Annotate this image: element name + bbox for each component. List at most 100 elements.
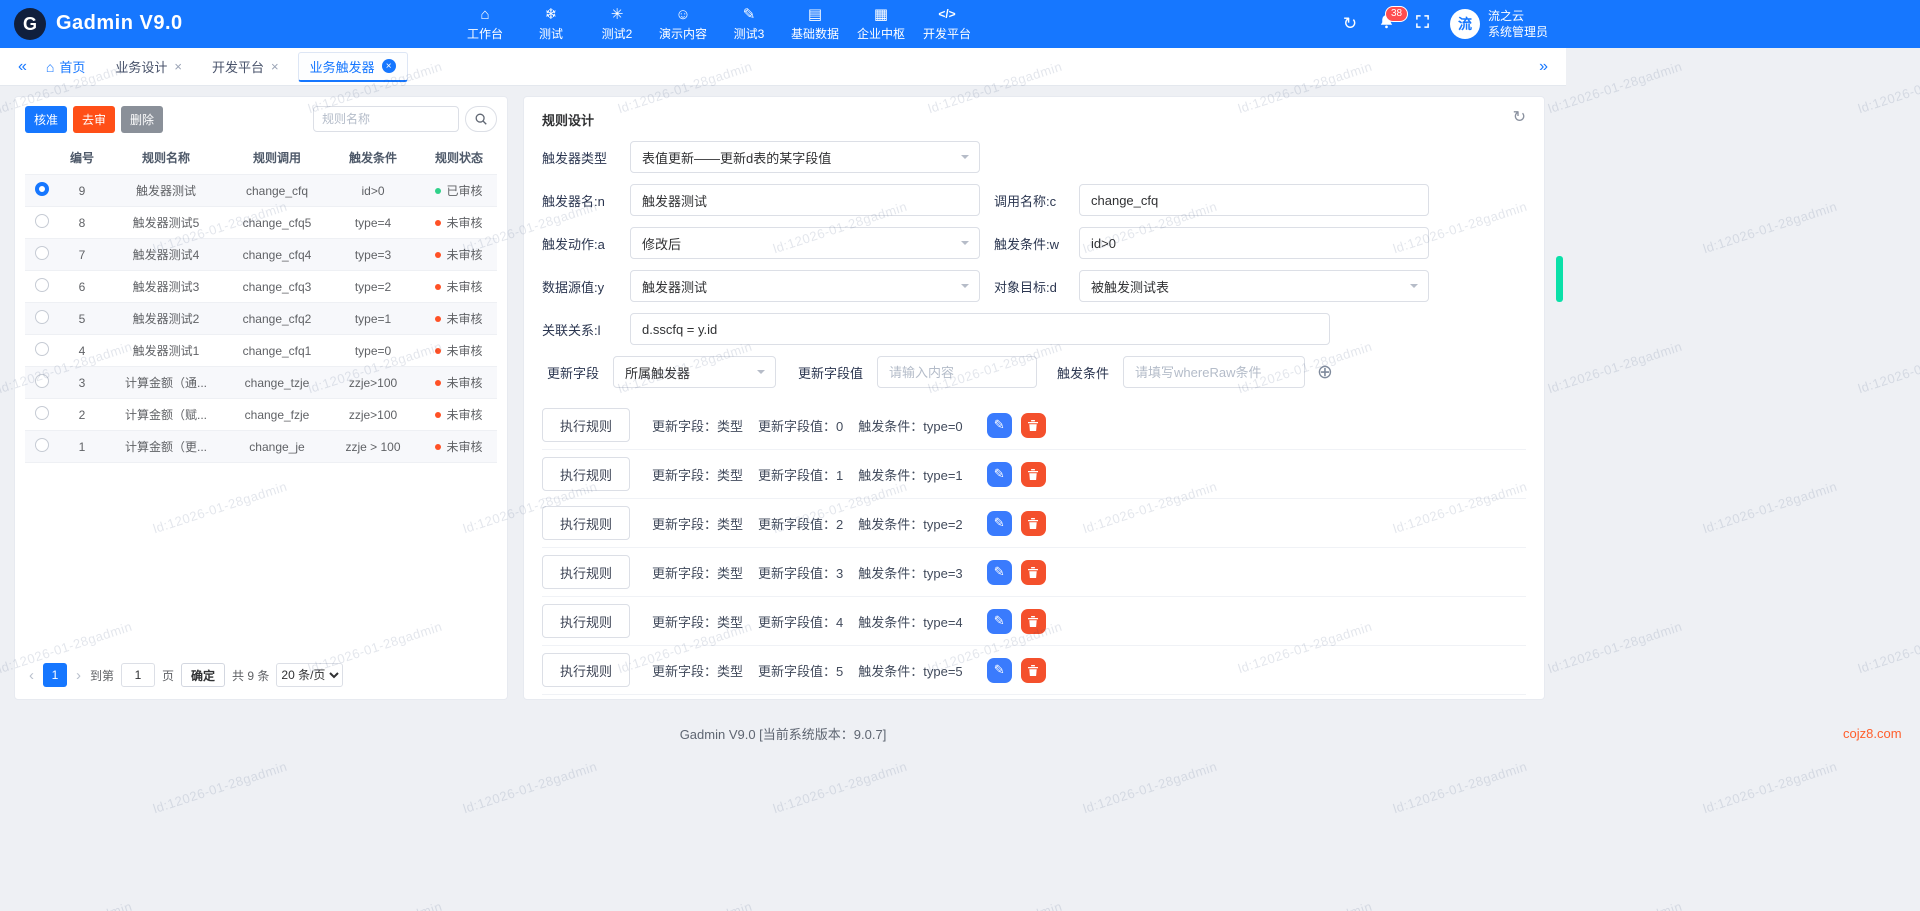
delete-rule-button[interactable] bbox=[1021, 511, 1046, 536]
rule-name-search-input[interactable] bbox=[313, 106, 459, 132]
table-row[interactable]: 1计算金额（更...change_jezzje > 100未审核 bbox=[25, 431, 497, 463]
delete-button[interactable]: 删除 bbox=[121, 106, 163, 133]
page-number-button[interactable]: 1 bbox=[43, 663, 67, 687]
cell-id: 8 bbox=[59, 216, 105, 230]
edit-rule-button[interactable]: ✎ bbox=[987, 413, 1012, 438]
approve-button[interactable]: 核准 bbox=[25, 106, 67, 133]
table-row[interactable]: 3计算金额（通...change_tzjezzje>100未审核 bbox=[25, 367, 497, 399]
table-row[interactable]: 8触发器测试5change_cfq5type=4未审核 bbox=[25, 207, 497, 239]
cell-trigger-cond: zzje > 100 bbox=[327, 440, 419, 454]
cell-status: 未审核 bbox=[419, 342, 499, 359]
nav-item-demo-content[interactable]: ☺演示内容 bbox=[650, 0, 716, 48]
unapprove-button[interactable]: 去审 bbox=[73, 106, 115, 133]
edit-rule-button[interactable]: ✎ bbox=[987, 609, 1012, 634]
nav-item-enterprise-hub[interactable]: ▦企业中枢 bbox=[848, 0, 914, 48]
status-text: 未审核 bbox=[446, 342, 482, 359]
table-row[interactable]: 2计算金额（赋...change_fzjezzje>100未审核 bbox=[25, 399, 497, 431]
target-object-select[interactable]: 被触发测试表 bbox=[1079, 270, 1429, 302]
cell-id: 6 bbox=[59, 280, 105, 294]
nav-item-test[interactable]: ❄测试 bbox=[518, 0, 584, 48]
row-radio[interactable] bbox=[35, 182, 49, 196]
row-radio[interactable] bbox=[35, 342, 49, 356]
tab-business-trigger[interactable]: 业务触发器× bbox=[298, 52, 408, 82]
rule-row: 执行规则更新字段：类型更新字段值：3触发条件：type=3✎ bbox=[542, 548, 1526, 597]
nav-item-workbench[interactable]: ⌂工作台 bbox=[452, 0, 518, 48]
nav-item-test3[interactable]: ✎测试3 bbox=[716, 0, 782, 48]
edit-rule-button[interactable]: ✎ bbox=[987, 511, 1012, 536]
delete-rule-button[interactable] bbox=[1021, 462, 1046, 487]
fullscreen-icon[interactable] bbox=[1404, 14, 1440, 34]
data-source-select[interactable]: 触发器测试 bbox=[630, 270, 980, 302]
cell-rule-call: change_cfq1 bbox=[227, 344, 327, 358]
add-rule-icon[interactable]: ⊕ bbox=[1317, 363, 1333, 382]
rule-text: 更新字段：类型更新字段值：5触发条件：type=5 bbox=[652, 661, 978, 680]
data-source-value: 触发器测试 bbox=[642, 277, 707, 296]
user-info[interactable]: 流之云 系统管理员 bbox=[1488, 8, 1548, 40]
rule-part: 触发条件：type=2 bbox=[858, 514, 962, 533]
goto-label: 到第 bbox=[90, 667, 114, 684]
notification-bell-icon[interactable]: 38 bbox=[1368, 13, 1404, 35]
trigger-condition-input[interactable] bbox=[1079, 227, 1429, 259]
next-page-icon[interactable]: › bbox=[74, 667, 83, 684]
goto-page-input[interactable] bbox=[121, 663, 155, 687]
table-row[interactable]: 4触发器测试1change_cfq1type=0未审核 bbox=[25, 335, 497, 367]
delete-rule-button[interactable] bbox=[1021, 609, 1046, 634]
tab-close-icon[interactable]: × bbox=[271, 59, 279, 74]
table-row[interactable]: 7触发器测试4change_cfq4type=3未审核 bbox=[25, 239, 497, 271]
panel-refresh-icon[interactable]: ↻ bbox=[1513, 107, 1526, 127]
edit-icon: ✎ bbox=[994, 613, 1005, 629]
avatar[interactable]: 流 bbox=[1450, 9, 1480, 39]
row-radio[interactable] bbox=[35, 310, 49, 324]
top-nav: ⌂工作台❄测试✳测试2☺演示内容✎测试3▤基础数据▦企业中枢</>开发平台 bbox=[452, 0, 980, 48]
row-radio[interactable] bbox=[35, 438, 49, 452]
row-radio[interactable] bbox=[35, 246, 49, 260]
rule-part: 更新字段：类型 bbox=[652, 563, 743, 582]
update-field-select[interactable]: 所属触发器 bbox=[613, 356, 776, 388]
site-link[interactable]: cojz8.com bbox=[1843, 726, 1902, 741]
delete-rule-button[interactable] bbox=[1021, 658, 1046, 683]
col-rule-call: 规则调用 bbox=[227, 149, 327, 166]
tab-home[interactable]: ⌂首页 bbox=[35, 53, 96, 80]
table-row[interactable]: 5触发器测试2change_cfq2type=1未审核 bbox=[25, 303, 497, 335]
status-dot bbox=[435, 348, 441, 354]
trigger-action-select[interactable]: 修改后 bbox=[630, 227, 980, 259]
delete-rule-button[interactable] bbox=[1021, 560, 1046, 585]
tab-close-icon[interactable]: × bbox=[174, 59, 182, 74]
refresh-icon[interactable]: ↻ bbox=[1332, 14, 1368, 34]
watermark-text: ld:12026-01-28gadmin bbox=[1546, 339, 1684, 397]
search-button[interactable] bbox=[465, 106, 497, 132]
table-row[interactable]: 6触发器测试3change_cfq3type=2未审核 bbox=[25, 271, 497, 303]
update-field-value: 所属触发器 bbox=[625, 363, 690, 382]
row-radio[interactable] bbox=[35, 406, 49, 420]
status-dot bbox=[435, 284, 441, 290]
goto-confirm-button[interactable]: 确定 bbox=[181, 663, 225, 687]
row-radio[interactable] bbox=[35, 278, 49, 292]
trigger-type-select[interactable]: 表值更新——更新d表的某字段值 bbox=[630, 141, 980, 173]
delete-rule-button[interactable] bbox=[1021, 413, 1046, 438]
relation-input[interactable] bbox=[630, 313, 1330, 345]
tab-business-design[interactable]: 业务设计× bbox=[104, 53, 193, 80]
row-radio[interactable] bbox=[35, 374, 49, 388]
row-radio[interactable] bbox=[35, 214, 49, 228]
nav-item-base-data[interactable]: ▤基础数据 bbox=[782, 0, 848, 48]
collapse-tabs-icon[interactable]: « bbox=[10, 58, 35, 76]
status-dot bbox=[435, 252, 441, 258]
table-row[interactable]: 9触发器测试change_cfqid>0已审核 bbox=[25, 175, 497, 207]
page-size-select[interactable]: 20 条/页 bbox=[276, 663, 343, 687]
trigger-name-input[interactable] bbox=[630, 184, 980, 216]
where-condition-input[interactable] bbox=[1123, 356, 1305, 388]
update-value-input[interactable] bbox=[877, 356, 1037, 388]
tab-dev-platform[interactable]: 开发平台× bbox=[201, 53, 290, 80]
nav-item-dev-platform[interactable]: </>开发平台 bbox=[914, 0, 980, 48]
prev-page-icon[interactable]: ‹ bbox=[27, 667, 36, 684]
nav-item-test2[interactable]: ✳测试2 bbox=[584, 0, 650, 48]
status-dot bbox=[435, 412, 441, 418]
expand-tabs-icon[interactable]: » bbox=[1531, 58, 1556, 76]
edit-rule-button[interactable]: ✎ bbox=[987, 658, 1012, 683]
edit-rule-button[interactable]: ✎ bbox=[987, 462, 1012, 487]
scrollbar-thumb[interactable] bbox=[1556, 256, 1563, 302]
call-name-input[interactable] bbox=[1079, 184, 1429, 216]
edit-rule-button[interactable]: ✎ bbox=[987, 560, 1012, 585]
tab-close-icon[interactable]: × bbox=[382, 59, 396, 73]
status-text: 未审核 bbox=[446, 406, 482, 423]
